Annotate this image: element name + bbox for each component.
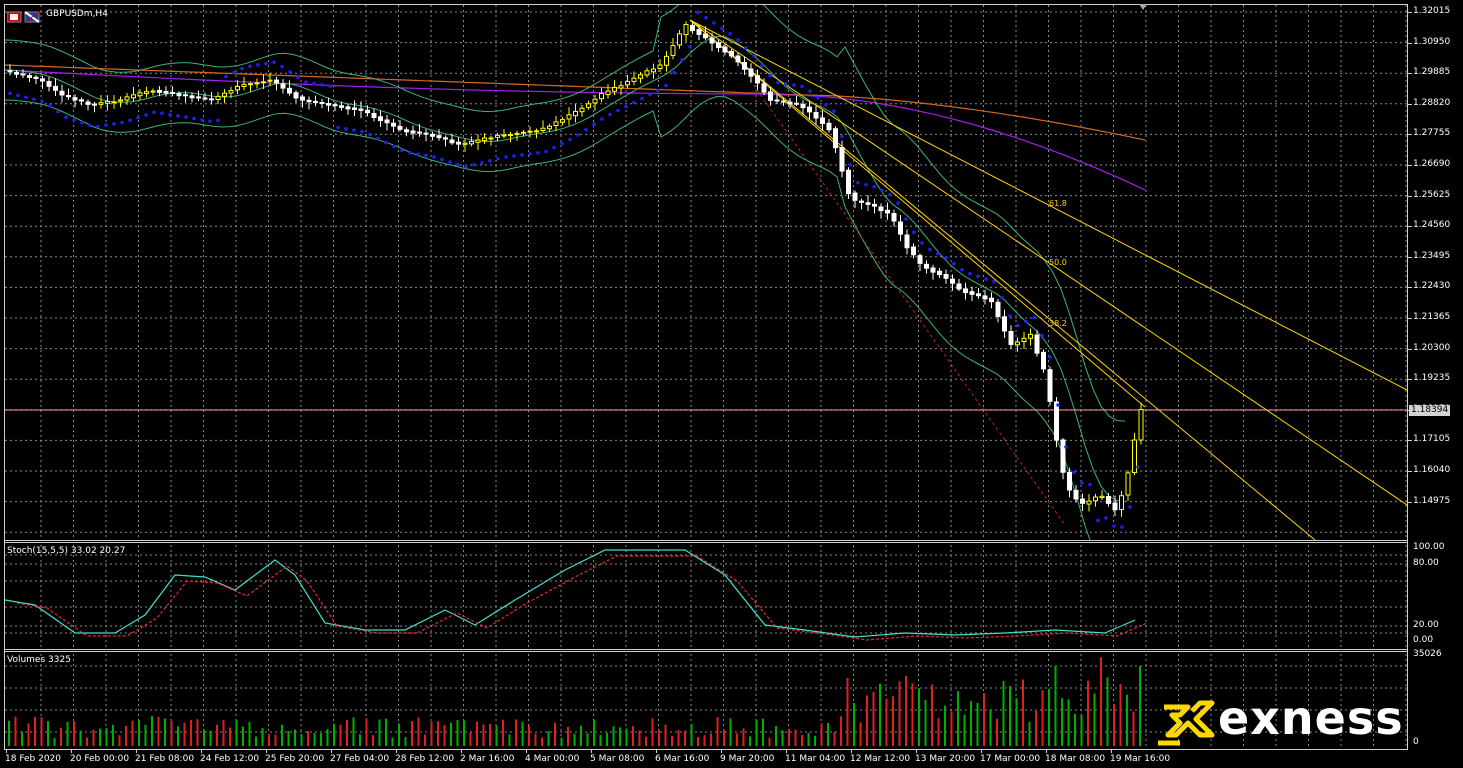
time-axis-tick (851, 749, 852, 753)
exness-logo-text: exness (1218, 691, 1404, 745)
chart-shift-marker-icon[interactable] (1139, 4, 1147, 10)
price-axis-label: 1.26690 (1413, 159, 1450, 169)
time-axis-tick (266, 749, 267, 753)
time-axis-label: 28 Feb 12:00 (395, 754, 454, 764)
time-axis-tick (656, 749, 657, 753)
fib-label-382: 38.2 (1049, 319, 1067, 328)
time-axis-tick (71, 749, 72, 753)
exness-logo-icon (1158, 697, 1218, 755)
price-axis-tick (1408, 287, 1412, 288)
chart-symbol-title: GBPUSDm,H4 (46, 9, 108, 19)
price-axis-tick (1408, 73, 1412, 74)
price-axis-tick (1408, 165, 1412, 166)
time-axis-tick (6, 749, 7, 753)
symbol-icons[interactable] (7, 8, 43, 27)
time-axis-label: 27 Feb 04:00 (330, 754, 389, 764)
price-axis-tick (1408, 12, 1412, 13)
price-axis-label: 1.16040 (1413, 465, 1450, 475)
chart-frame (4, 4, 1408, 750)
price-axis-label: 1.14975 (1413, 496, 1450, 506)
time-axis-tick (786, 749, 787, 753)
price-axis-label: 1.29885 (1413, 67, 1450, 77)
time-axis-label: 25 Feb 20:00 (265, 754, 324, 764)
time-axis-label: 9 Mar 20:00 (720, 754, 774, 764)
price-axis-label: 1.30950 (1413, 37, 1450, 47)
price-axis-tick (1408, 349, 1412, 350)
time-axis-label: 5 Mar 08:00 (590, 754, 644, 764)
price-axis-tick (1408, 43, 1412, 44)
price-axis-label: 1.22430 (1413, 281, 1450, 291)
time-axis-label: 12 Mar 12:00 (850, 754, 910, 764)
price-axis-tick (1408, 104, 1412, 105)
price-axis-label: 1.23495 (1413, 251, 1450, 261)
time-axis-label: 21 Feb 08:00 (135, 754, 194, 764)
price-axis-tick (1408, 257, 1412, 258)
stochastic-axis-label: 0.00 (1413, 635, 1433, 645)
stochastic-axis-label: 20.00 (1413, 620, 1439, 630)
price-axis-label: 1.19235 (1413, 373, 1450, 383)
time-axis-tick (721, 749, 722, 753)
time-axis-label: 6 Mar 16:00 (655, 754, 709, 764)
price-axis-tick (1408, 226, 1412, 227)
time-axis-tick (331, 749, 332, 753)
volumes-title: Volumes 3325 (7, 655, 71, 665)
price-axis-tick (1408, 318, 1412, 319)
fib-label-500: 50.0 (1049, 258, 1067, 267)
price-axis-label: 1.24560 (1413, 220, 1450, 230)
stochastic-axis-label: 80.00 (1413, 558, 1439, 568)
price-axis-label: 1.28820 (1413, 98, 1450, 108)
exness-logo: exness (1158, 697, 1440, 755)
price-axis-tick (1408, 379, 1412, 380)
time-axis-tick (981, 749, 982, 753)
time-axis-label: 20 Feb 00:00 (70, 754, 129, 764)
price-axis-label: 1.20300 (1413, 343, 1450, 353)
time-axis-tick (591, 749, 592, 753)
time-axis-label: 2 Mar 16:00 (460, 754, 514, 764)
time-axis-label: 4 Mar 00:00 (525, 754, 579, 764)
price-axis-label: 1.17105 (1413, 434, 1450, 444)
price-axis-tick (1408, 440, 1412, 441)
current-price-tag: 1.18394 (1409, 405, 1450, 416)
price-axis-label: 1.27755 (1413, 128, 1450, 138)
price-axis-tick (1408, 134, 1412, 135)
time-axis-label: 19 Mar 16:00 (1110, 754, 1170, 764)
time-axis-label: 24 Feb 12:00 (200, 754, 259, 764)
stochastic-title: Stoch(15,5,5) 33.02 20.27 (7, 546, 125, 556)
price-axis-tick (1408, 196, 1412, 197)
volumes-axis-label: 35026 (1413, 649, 1442, 659)
time-axis-tick (916, 749, 917, 753)
time-axis-tick (136, 749, 137, 753)
time-axis-tick (1046, 749, 1047, 753)
time-axis-label: 11 Mar 04:00 (785, 754, 845, 764)
price-axis-label: 1.21365 (1413, 312, 1450, 322)
price-axis-tick (1408, 502, 1412, 503)
price-axis-label: 1.32015 (1413, 6, 1450, 16)
stochastic-axis-label: 100.00 (1413, 542, 1445, 552)
time-axis-tick (526, 749, 527, 753)
time-axis-tick (201, 749, 202, 753)
time-axis-label: 18 Mar 08:00 (1045, 754, 1105, 764)
time-axis-label: 13 Mar 20:00 (915, 754, 975, 764)
price-axis-label: 1.25625 (1413, 190, 1450, 200)
time-axis-label: 17 Mar 00:00 (980, 754, 1040, 764)
time-axis-tick (396, 749, 397, 753)
fib-label-618: 61.8 (1049, 199, 1067, 208)
time-axis-tick (461, 749, 462, 753)
price-axis-tick (1408, 471, 1412, 472)
time-axis-tick (1111, 749, 1112, 753)
time-axis-label: 18 Feb 2020 (5, 754, 61, 764)
